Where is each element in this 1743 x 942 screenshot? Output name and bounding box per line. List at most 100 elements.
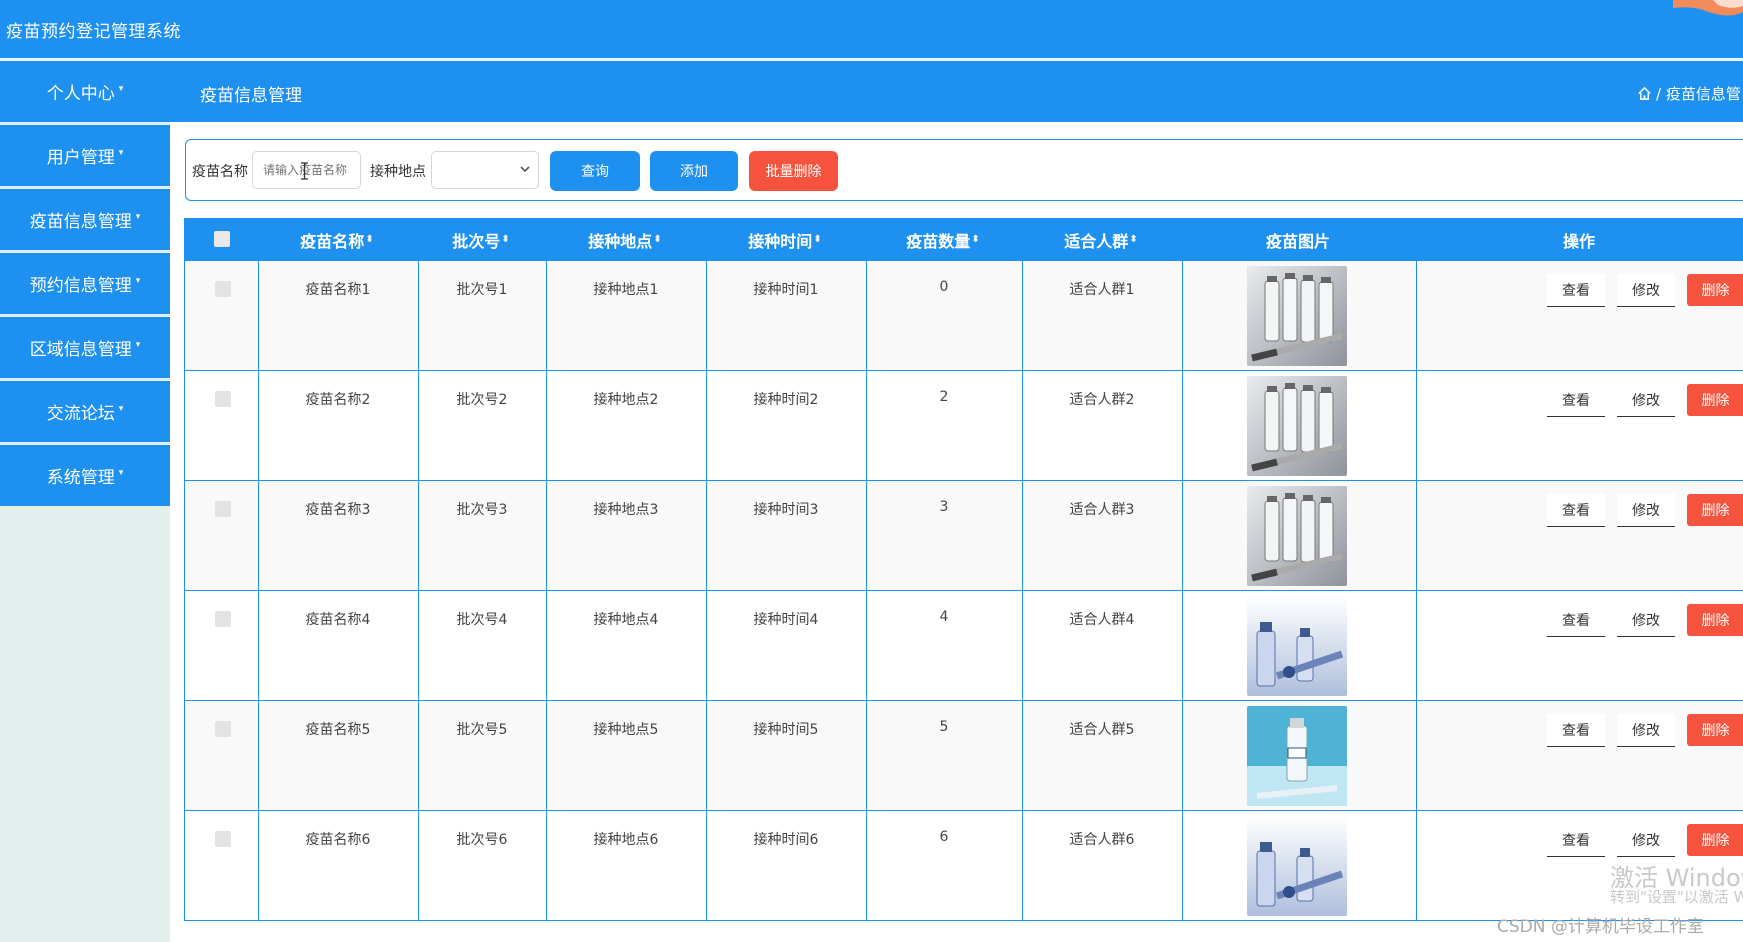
column-divider [1416, 591, 1417, 701]
column-header-image: 疫苗图片 [1181, 218, 1415, 261]
sort-icon[interactable]: ⬍ [653, 234, 661, 245]
column-header-crowd[interactable]: 适合人群 ⬍ [1021, 218, 1181, 261]
edit-button[interactable]: 修改 [1617, 714, 1675, 747]
edit-button[interactable]: 修改 [1617, 384, 1675, 417]
table-row: 疫苗名称6 批次号6 接种地点6 接种时间6 6 适合人群6 查看 修改 删除 [184, 811, 1743, 921]
sidebar-item-label: 区域信息管理 [29, 340, 132, 360]
vaccine-image [1247, 596, 1347, 696]
view-button[interactable]: 查看 [1547, 604, 1605, 637]
column-header-label: 疫苗名称 [300, 231, 365, 251]
view-button[interactable]: 查看 [1547, 714, 1605, 747]
row-checkbox[interactable] [215, 501, 231, 517]
sidebar-item-personal-center[interactable]: 个人中心 ▾ [0, 61, 170, 122]
caret-down-icon: ▾ [135, 211, 141, 222]
edit-button[interactable]: 修改 [1617, 824, 1675, 857]
sidebar-item-region-info[interactable]: 区域信息管理 ▾ [0, 317, 170, 378]
cell-location: 接种地点3 [593, 502, 659, 518]
column-header-batch[interactable]: 批次号 ⬍ [417, 218, 545, 261]
table-row: 疫苗名称1 批次号1 接种地点1 接种时间1 0 适合人群1 查看 修改 删除 [184, 261, 1743, 371]
delete-button[interactable]: 删除 [1687, 714, 1743, 746]
column-divider [1416, 481, 1417, 591]
cell-crowd: 适合人群4 [1069, 612, 1135, 628]
delete-button[interactable]: 删除 [1687, 604, 1743, 636]
column-divider [866, 701, 867, 811]
logo-icon [1673, 0, 1743, 16]
column-divider [258, 481, 259, 591]
column-divider [706, 591, 707, 701]
column-divider [866, 811, 867, 921]
column-divider [546, 701, 547, 811]
sort-icon[interactable]: ⬍ [365, 234, 373, 245]
cell-time: 接种时间1 [753, 282, 819, 298]
view-button[interactable]: 查看 [1547, 384, 1605, 417]
column-header-name[interactable]: 疫苗名称 ⬍ [257, 218, 417, 261]
delete-button[interactable]: 删除 [1687, 824, 1743, 856]
view-button[interactable]: 查看 [1547, 824, 1605, 857]
location-select[interactable] [431, 151, 539, 189]
column-header-qty[interactable]: 疫苗数量 ⬍ [865, 218, 1021, 261]
delete-button[interactable]: 删除 [1687, 494, 1743, 526]
column-header-label: 适合人群 [1064, 231, 1129, 251]
select-all-checkbox[interactable] [214, 231, 230, 247]
cell-qty: 2 [939, 389, 949, 405]
query-button[interactable]: 查询 [550, 151, 640, 191]
app-title: 疫苗预约登记管理系统 [6, 22, 181, 42]
add-button[interactable]: 添加 [650, 151, 738, 191]
column-divider [418, 591, 419, 701]
cell-crowd: 适合人群3 [1069, 502, 1135, 518]
edit-button[interactable]: 修改 [1617, 494, 1675, 527]
caret-down-icon: ▾ [118, 147, 124, 158]
edit-button[interactable]: 修改 [1617, 604, 1675, 637]
cell-name: 疫苗名称4 [305, 612, 371, 628]
vaccine-name-label: 疫苗名称 [192, 164, 248, 180]
column-divider [1182, 701, 1183, 811]
column-header-time[interactable]: 接种时间 ⬍ [705, 218, 865, 261]
column-divider [866, 481, 867, 591]
sidebar-item-system-management[interactable]: 系统管理 ▾ [0, 445, 170, 506]
batch-delete-button[interactable]: 批量删除 [749, 151, 838, 191]
edit-button[interactable]: 修改 [1617, 274, 1675, 307]
row-checkbox[interactable] [215, 831, 231, 847]
column-divider [866, 261, 867, 371]
view-button[interactable]: 查看 [1547, 494, 1605, 527]
column-divider [1416, 261, 1417, 371]
delete-button[interactable]: 删除 [1687, 274, 1743, 306]
breadcrumb-current: / 疫苗信息管 [1656, 85, 1741, 103]
sort-icon[interactable]: ⬍ [501, 234, 509, 245]
column-divider [258, 261, 259, 371]
cell-crowd: 适合人群6 [1069, 832, 1135, 848]
delete-button[interactable]: 删除 [1687, 384, 1743, 416]
row-checkbox[interactable] [215, 721, 231, 737]
view-button[interactable]: 查看 [1547, 274, 1605, 307]
sidebar-item-appointment-info[interactable]: 预约信息管理 ▾ [0, 253, 170, 314]
column-divider [418, 261, 419, 371]
column-divider [1182, 591, 1183, 701]
column-divider [866, 371, 867, 481]
cell-location: 接种地点6 [593, 832, 659, 848]
table-row: 疫苗名称4 批次号4 接种地点4 接种时间4 4 适合人群4 查看 修改 删除 [184, 591, 1743, 701]
sidebar-item-user-management[interactable]: 用户管理 ▾ [0, 125, 170, 186]
row-checkbox[interactable] [215, 611, 231, 627]
column-divider [418, 811, 419, 921]
column-header-label: 批次号 [452, 231, 501, 251]
row-checkbox[interactable] [215, 391, 231, 407]
cell-time: 接种时间3 [753, 502, 819, 518]
sort-icon[interactable]: ⬍ [1129, 234, 1137, 245]
row-checkbox[interactable] [215, 281, 231, 297]
column-divider [418, 481, 419, 591]
home-icon[interactable] [1637, 86, 1652, 101]
sort-icon[interactable]: ⬍ [971, 234, 979, 245]
sidebar-item-forum[interactable]: 交流论坛 ▾ [0, 381, 170, 442]
cell-time: 接种时间4 [753, 612, 819, 628]
cell-batch: 批次号6 [456, 832, 508, 848]
column-divider [1182, 371, 1183, 481]
sort-icon[interactable]: ⬍ [813, 234, 821, 245]
cell-time: 接种时间6 [753, 832, 819, 848]
sidebar-item-vaccine-info[interactable]: 疫苗信息管理 ▾ [0, 189, 170, 250]
column-header-label: 接种时间 [748, 231, 813, 251]
vaccine-image [1247, 486, 1347, 586]
column-header-location[interactable]: 接种地点 ⬍ [545, 218, 705, 261]
vaccine-image [1247, 376, 1347, 476]
column-divider [258, 371, 259, 481]
caret-down-icon: ▾ [118, 467, 124, 478]
